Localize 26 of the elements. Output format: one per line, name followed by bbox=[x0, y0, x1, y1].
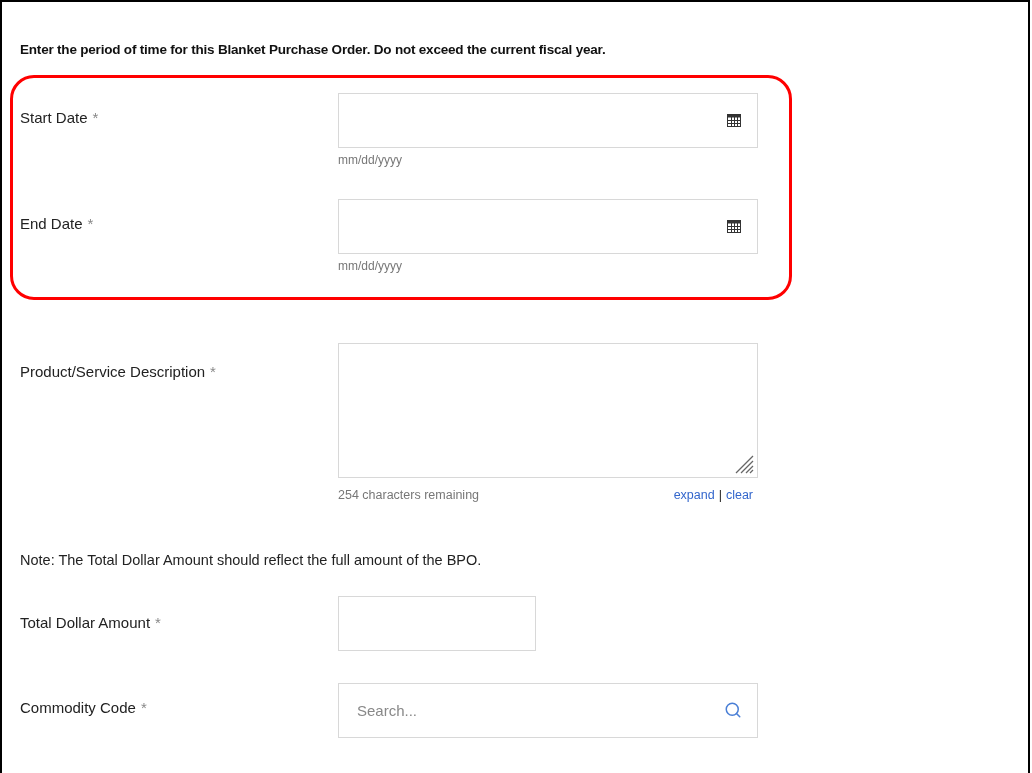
amount-input[interactable] bbox=[338, 596, 536, 651]
clear-link[interactable]: clear bbox=[725, 488, 753, 502]
link-separator: | bbox=[718, 488, 722, 502]
field-label: Start Date * bbox=[20, 108, 100, 126]
field-label: Commodity Code * bbox=[20, 698, 148, 716]
field-label: Product/Service Description * bbox=[20, 362, 217, 380]
date-field[interactable] bbox=[338, 199, 758, 254]
instructions-text: Enter the period of time for this Blanket Purchase Order. Do not exceed the current fiscal year. bbox=[19, 42, 607, 57]
calendar-icon[interactable] bbox=[727, 114, 741, 127]
search-icon[interactable] bbox=[724, 701, 742, 719]
date-format-hint: mm/dd/yyyy bbox=[338, 153, 403, 167]
characters-remaining: 254 characters remaining bbox=[338, 488, 480, 502]
required-mark: * bbox=[87, 215, 94, 232]
field-label: End Date * bbox=[20, 214, 95, 232]
calendar-icon[interactable] bbox=[727, 220, 741, 233]
date-format-hint: mm/dd/yyyy bbox=[338, 259, 403, 273]
field-label: Total Dollar Amount * bbox=[20, 613, 162, 631]
required-mark: * bbox=[155, 614, 161, 631]
required-mark: * bbox=[210, 363, 216, 380]
required-mark: * bbox=[140, 699, 147, 716]
expand-link[interactable]: expand bbox=[673, 488, 715, 502]
note-text: Note: The Total Dollar Amount should reflect the full amount of the BPO. bbox=[19, 552, 483, 568]
search-field[interactable]: Search... bbox=[338, 683, 758, 738]
required-mark: * bbox=[92, 109, 99, 126]
resize-grip-icon[interactable] bbox=[734, 454, 754, 474]
date-field[interactable] bbox=[338, 93, 758, 148]
